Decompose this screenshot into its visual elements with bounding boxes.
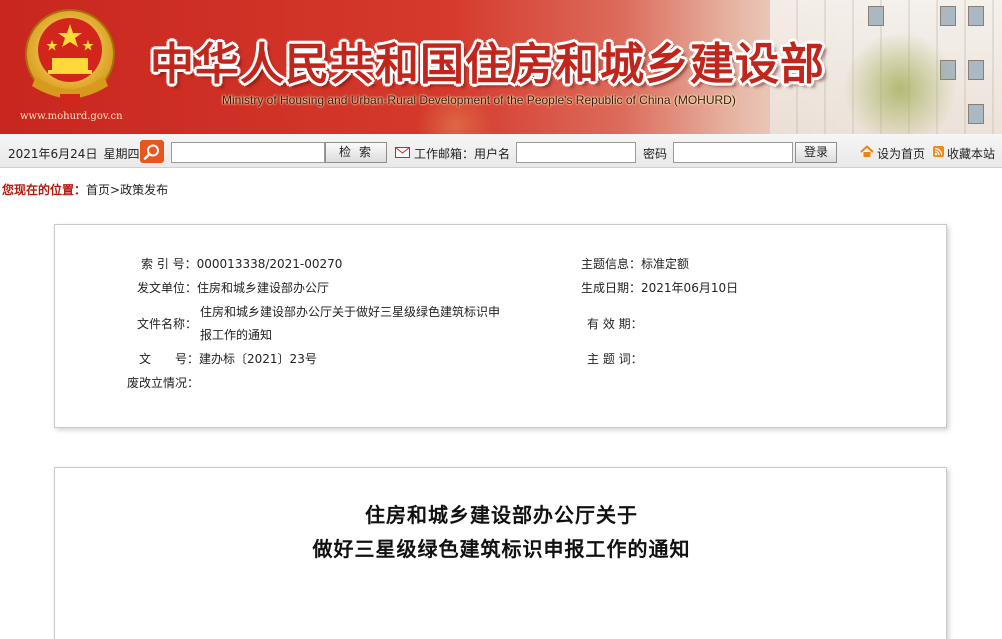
date-row: 生成日期：2021年06月10日 bbox=[581, 276, 738, 300]
topic-row: 主题信息：标准定额 bbox=[581, 252, 689, 276]
set-home-link[interactable]: 设为首页 bbox=[877, 145, 925, 162]
breadcrumb-current[interactable]: 政策发布 bbox=[120, 183, 168, 197]
doc-name-label: 文件名称： bbox=[137, 317, 198, 331]
tree-foliage bbox=[840, 34, 960, 134]
doc-no-label: 文 号： bbox=[139, 352, 200, 366]
doc-name-line1: 住房和城乡建设部办公厅关于做好三星级绿色建筑标识申 bbox=[200, 305, 501, 319]
breadcrumb-lead: 您现在的位置： bbox=[2, 183, 87, 197]
issuer-label: 发文单位： bbox=[137, 281, 198, 295]
topic-label: 主题信息： bbox=[581, 257, 642, 271]
date-text: 2021年6月24日 bbox=[8, 147, 98, 161]
index-no-label: 索 引 号： bbox=[141, 257, 197, 271]
password-label: 密码 bbox=[643, 147, 668, 161]
doc-no-row: 文 号：建办标〔2021〕23号 bbox=[139, 347, 317, 371]
search-input[interactable] bbox=[171, 142, 325, 163]
mail-icon bbox=[395, 147, 410, 158]
date-label: 生成日期： bbox=[581, 281, 642, 295]
mail-username-label: 工作邮箱：用户名 bbox=[414, 147, 511, 161]
building-window bbox=[968, 60, 984, 80]
status-label: 废改立情况： bbox=[127, 376, 200, 390]
breadcrumb-home-link[interactable]: 首页 bbox=[86, 183, 110, 197]
search-icon-button[interactable] bbox=[140, 140, 164, 163]
current-date: 2021年6月24日 星期四 bbox=[8, 145, 139, 162]
index-no-value: 000013338/2021-00270 bbox=[196, 257, 343, 271]
document-info-panel: 索 引 号：000013338/2021-00270 发文单位：住房和城乡建设部… bbox=[54, 224, 947, 428]
status-row: 废改立情况： bbox=[127, 371, 199, 395]
issuer-row: 发文单位：住房和城乡建设部办公厅 bbox=[137, 276, 329, 300]
date-value: 2021年06月10日 bbox=[641, 281, 739, 295]
breadcrumb-separator: > bbox=[110, 183, 121, 197]
bookmark-link[interactable]: 收藏本站 bbox=[947, 145, 995, 162]
building-window bbox=[868, 6, 884, 26]
username-input[interactable] bbox=[516, 142, 636, 163]
validity-row: 有 效 期： bbox=[587, 312, 643, 336]
header-banner: www.mohurd.gov.cn 中华人民共和国住房和城乡建设部 Minist… bbox=[0, 0, 1002, 134]
password-input[interactable] bbox=[673, 142, 793, 163]
topic-value: 标准定额 bbox=[641, 257, 690, 271]
index-no-row: 索 引 号：000013338/2021-00270 bbox=[141, 252, 342, 276]
keywords-label: 主 题 词： bbox=[587, 352, 643, 366]
search-button[interactable]: 检索 bbox=[325, 142, 387, 163]
national-emblem-icon bbox=[25, 9, 115, 106]
issuer-value: 住房和城乡建设部办公厅 bbox=[197, 281, 330, 295]
document-body-panel: 住房和城乡建设部办公厅关于 做好三星级绿色建筑标识申报工作的通知 bbox=[54, 467, 947, 639]
document-title-line1: 住房和城乡建设部办公厅关于 bbox=[365, 503, 638, 527]
building-window bbox=[940, 6, 956, 26]
magnifier-icon bbox=[143, 144, 159, 160]
login-button[interactable]: 登录 bbox=[795, 142, 837, 163]
site-url: www.mohurd.gov.cn bbox=[20, 111, 123, 122]
building-window bbox=[968, 104, 984, 124]
doc-name-line2: 报工作的通知 bbox=[200, 328, 273, 342]
building-window bbox=[968, 6, 984, 26]
keywords-row: 主 题 词： bbox=[587, 347, 643, 371]
weekday-text: 星期四 bbox=[103, 147, 140, 161]
breadcrumb: 您现在的位置：首页>政策发布 bbox=[2, 181, 168, 198]
home-icon bbox=[860, 145, 874, 157]
site-title-en: Ministry of Housing and Urban-Rural Deve… bbox=[222, 93, 736, 107]
site-title-cn: 中华人民共和国住房和城乡建设部 bbox=[150, 39, 825, 90]
validity-label: 有 效 期： bbox=[587, 317, 643, 331]
document-title-line2: 做好三星级绿色建筑标识申报工作的通知 bbox=[312, 537, 691, 561]
doc-no-value: 建办标〔2021〕23号 bbox=[199, 352, 317, 366]
bookmark-icon bbox=[933, 146, 944, 157]
